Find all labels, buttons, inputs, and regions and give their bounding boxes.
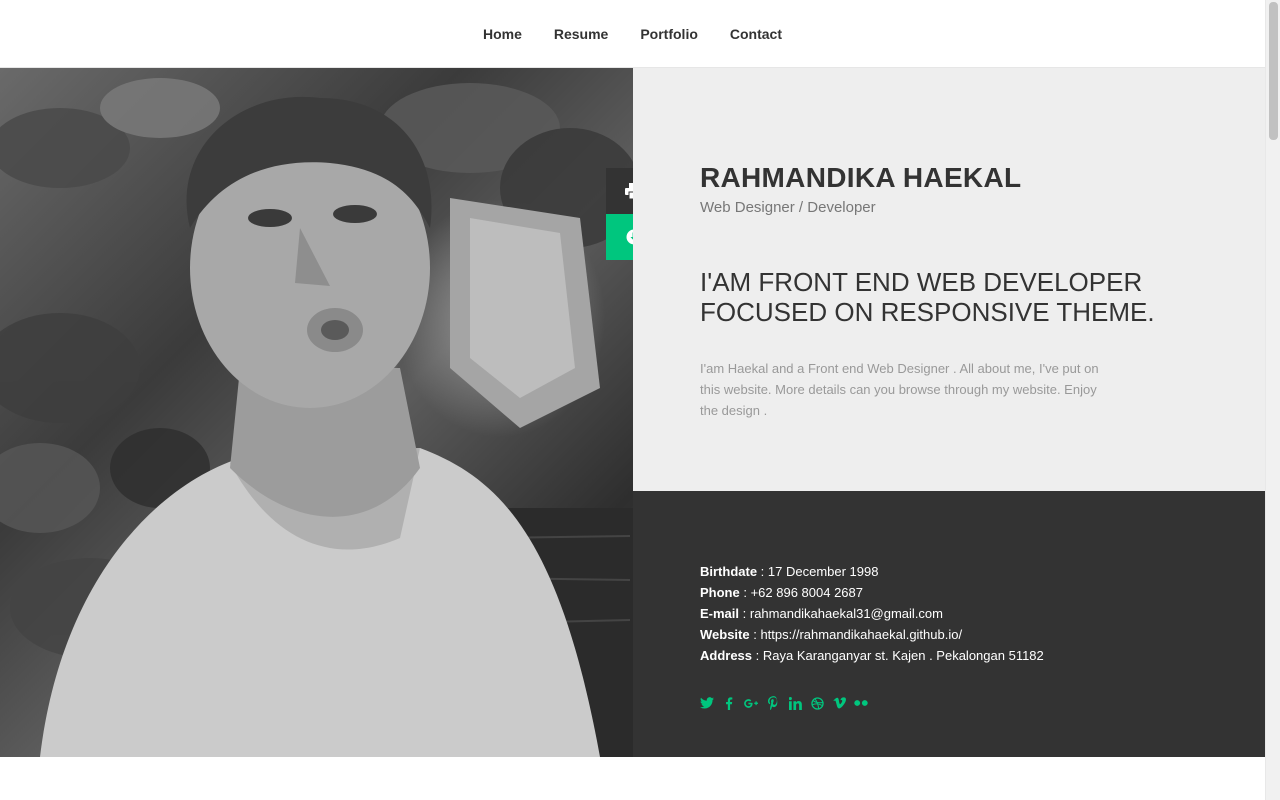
email-label: E-mail	[700, 606, 740, 621]
profile-photo-illustration	[0, 78, 633, 757]
info-row-address: Address : Raya Karanganyar st. Kajen . P…	[700, 648, 1044, 663]
intro-section: RAHMANDIKA HAEKAL Web Designer / Develop…	[633, 68, 1265, 491]
headline-line-2: FOCUSED ON RESPONSIVE THEME.	[700, 297, 1155, 327]
nav-link-portfolio[interactable]: Portfolio	[624, 0, 714, 68]
info-row-birthdate: Birthdate : 17 December 1998	[700, 564, 879, 579]
nav-link-home[interactable]: Home	[467, 0, 538, 68]
flickr-icon	[854, 700, 868, 706]
profile-bio: I'am Haekal and a Front end Web Designer…	[700, 361, 1099, 418]
top-navbar: Home Resume Portfolio Contact	[0, 0, 1265, 68]
website-value: https://rahmandikahaekal.github.io/	[760, 627, 963, 642]
pinterest-link[interactable]	[766, 696, 780, 710]
twitter-icon	[700, 697, 714, 709]
details-section: Birthdate : 17 December 1998 Phone : +62…	[633, 491, 1265, 757]
info-row-phone: Phone : +62 896 8004 2687	[700, 585, 863, 600]
linkedin-link[interactable]	[788, 696, 802, 710]
google-plus-icon	[744, 698, 758, 708]
vimeo-link[interactable]	[832, 696, 846, 710]
scrollbar-thumb[interactable]	[1269, 2, 1278, 140]
address-value: Raya Karanganyar st. Kajen . Pekalongan …	[762, 648, 1044, 663]
nav-item-portfolio: Portfolio	[624, 0, 714, 68]
birthdate-label: Birthdate	[700, 564, 758, 579]
profile-headline: I'AM FRONT END WEB DEVELOPER FOCUSED ON …	[700, 267, 1170, 327]
phone-label: Phone	[700, 585, 740, 600]
dribbble-link[interactable]	[810, 696, 824, 710]
contact-info-list: Birthdate : 17 December 1998 Phone : +62…	[700, 561, 1044, 666]
vimeo-icon	[832, 697, 846, 709]
linkedin-icon	[788, 696, 802, 710]
nav-item-resume: Resume	[538, 0, 624, 68]
nav-link-resume[interactable]: Resume	[538, 0, 624, 68]
profile-photo	[0, 68, 633, 757]
nav-link-contact[interactable]: Contact	[714, 0, 798, 68]
page-scrollbar[interactable]	[1265, 0, 1280, 800]
profile-name: RAHMANDIKA HAEKAL	[700, 162, 1022, 193]
profile-role: Web Designer / Developer	[700, 199, 876, 216]
dribbble-icon	[810, 696, 824, 710]
flickr-link[interactable]	[854, 696, 868, 710]
facebook-icon	[726, 696, 733, 710]
email-value: rahmandikahaekal31@gmail.com	[749, 606, 943, 621]
nav-item-home: Home	[467, 0, 538, 68]
website-label: Website	[700, 627, 750, 642]
social-links	[700, 696, 868, 710]
pinterest-icon	[767, 696, 777, 710]
address-label: Address	[700, 648, 753, 663]
birthdate-value: 17 December 1998	[767, 564, 879, 579]
google-plus-link[interactable]	[744, 696, 758, 710]
nav-item-contact: Contact	[714, 0, 798, 68]
nav-menu: Home Resume Portfolio Contact	[467, 0, 798, 68]
facebook-link[interactable]	[722, 696, 736, 710]
info-row-email: E-mail : rahmandikahaekal31@gmail.com	[700, 606, 943, 621]
headline-line-1: I'AM FRONT END WEB DEVELOPER	[700, 267, 1143, 297]
phone-value: +62 896 8004 2687	[750, 585, 863, 600]
twitter-link[interactable]	[700, 696, 714, 710]
info-row-website: Website : https://rahmandikahaekal.githu…	[700, 627, 963, 642]
